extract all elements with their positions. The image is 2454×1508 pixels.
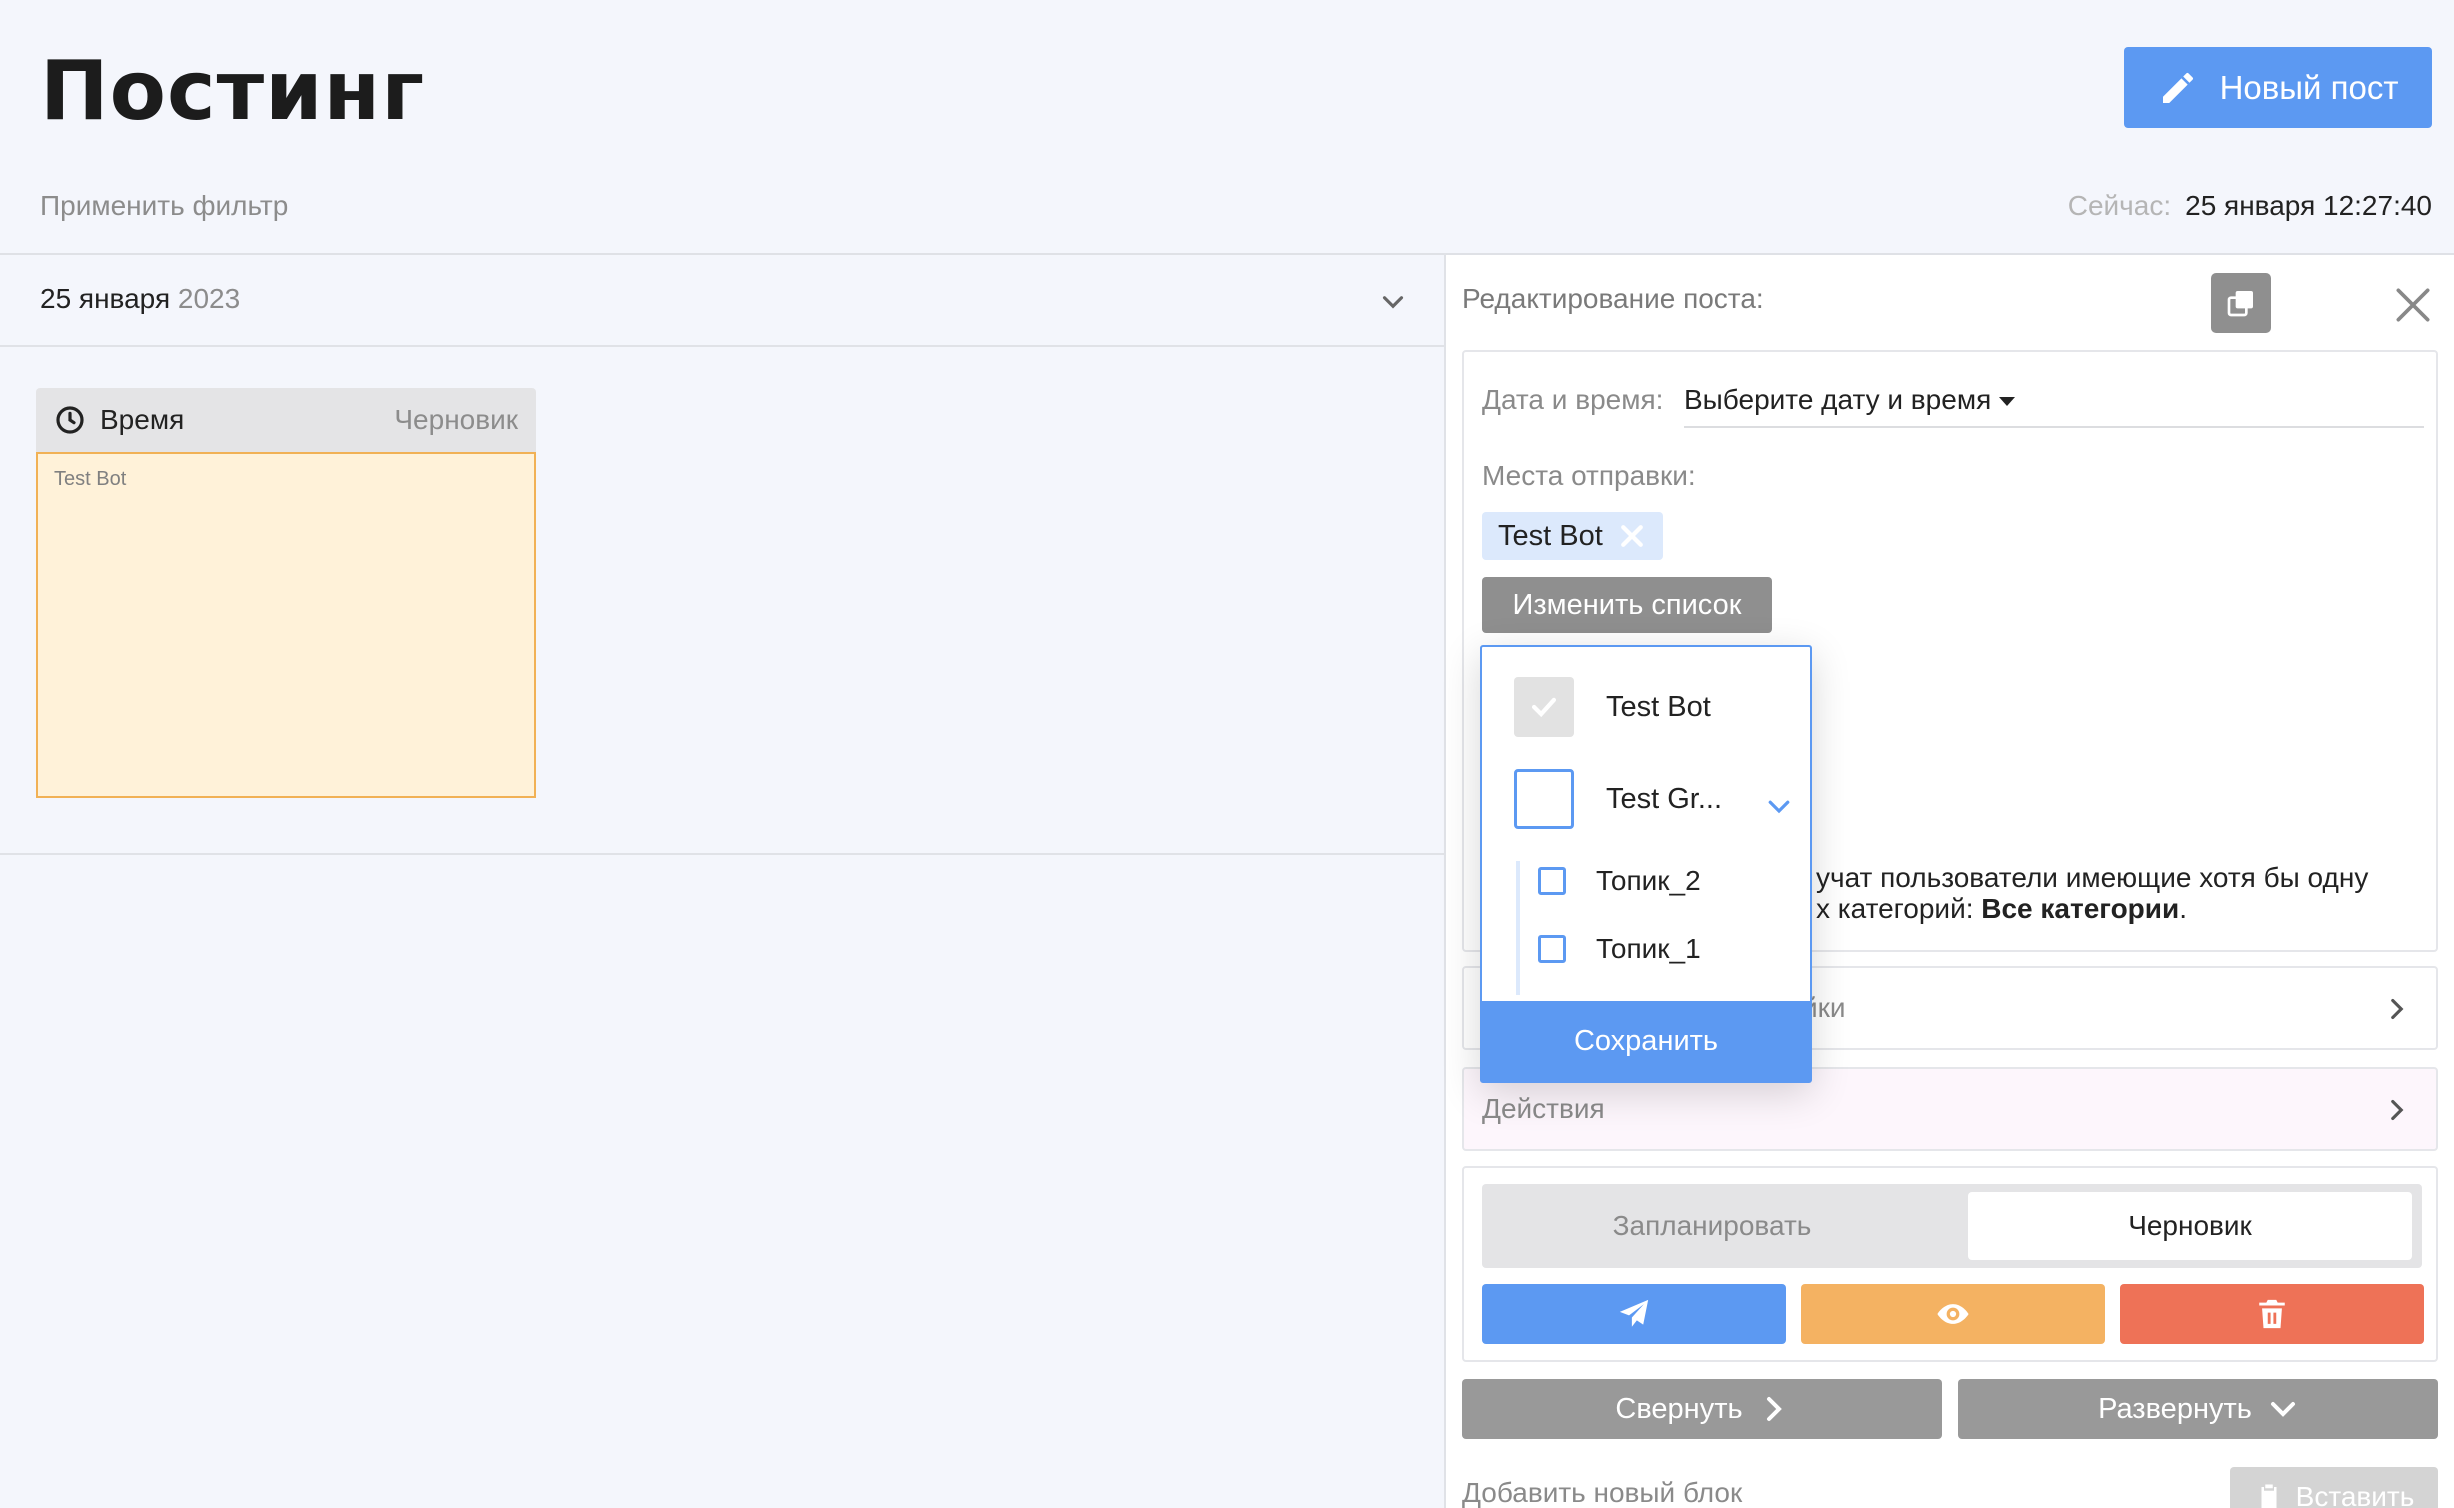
draft-tab[interactable]: Черновик [1968, 1192, 2412, 1260]
page-title: Постинг [40, 44, 426, 139]
check-icon [1531, 697, 1557, 718]
apply-filter-link[interactable]: Применить фильтр [40, 190, 288, 222]
dropdown-item-test-group[interactable]: Test Gr... [1514, 769, 1722, 829]
pencil-icon [2162, 72, 2193, 103]
checkbox[interactable] [1538, 935, 1566, 963]
new-post-button[interactable]: Новый пост [2124, 47, 2432, 128]
current-time: Сейчас: 25 января 12:27:40 [2068, 190, 2432, 222]
note-prefix: х категорий: [1816, 893, 1982, 924]
delete-button[interactable] [2120, 1284, 2424, 1344]
chevron-right-icon [2391, 1099, 2404, 1121]
chevron-down-icon[interactable] [1376, 285, 1410, 319]
destinations-dropdown: Test Bot Test Gr... Топик_2 Топик_1 Сохр… [1480, 645, 1812, 1083]
preview-button[interactable] [1801, 1284, 2105, 1344]
date-label: 25 января 2023 [40, 283, 240, 315]
dropdown-subitem-label: Топик_2 [1596, 865, 1701, 896]
note-line-2: х категорий: Все категории. [1816, 893, 2436, 924]
dropdown-item-label: Test Gr... [1606, 782, 1723, 815]
dropdown-subitem-topic-2[interactable]: Топик_2 [1538, 865, 1701, 897]
note-bold: Все категории [1981, 893, 2180, 924]
clipboard-icon [2261, 1484, 2277, 1508]
editor-title: Редактирование поста: [1462, 283, 1764, 314]
copy-icon [2227, 291, 2253, 317]
dropdown-subitem-topic-1[interactable]: Топик_1 [1538, 933, 1701, 965]
checkbox[interactable] [1514, 769, 1574, 829]
datetime-select[interactable]: Выберите дату и время [1684, 374, 2424, 428]
destination-chip: Test Bot [1482, 512, 1663, 560]
clock-icon [56, 406, 84, 434]
post-card[interactable]: Время Черновик Test Bot [36, 388, 536, 798]
date-group-header[interactable]: 25 января 2023 [0, 255, 1444, 347]
chevron-down-icon[interactable] [1764, 791, 1794, 821]
trash-icon [2259, 1299, 2285, 1329]
collapse-button[interactable]: Свернуть [1462, 1379, 1942, 1439]
datetime-label: Дата и время: [1482, 384, 1664, 415]
change-list-button[interactable]: Изменить список [1482, 577, 1772, 633]
send-button[interactable] [1482, 1284, 1786, 1344]
paste-button[interactable]: Вставить [2230, 1467, 2438, 1508]
close-icon[interactable] [2391, 283, 2435, 327]
new-post-label: Новый пост [2219, 68, 2399, 106]
dropdown-item-label: Test Bot [1606, 690, 1711, 723]
recipients-note: учат пользователи имеющие хотя бы одну х… [1816, 862, 2436, 924]
remove-icon[interactable] [1617, 521, 1647, 551]
checkbox[interactable] [1538, 867, 1566, 895]
add-block-label: Добавить новый блок [1462, 1477, 1743, 1508]
expand-label: Развернуть [2098, 1392, 2252, 1425]
dropdown-subitem-label: Топик_1 [1596, 933, 1701, 964]
subitems-guide [1516, 861, 1520, 995]
post-card-header: Время Черновик [36, 388, 536, 452]
chevron-right-icon [2391, 998, 2404, 1020]
post-card-status: Черновик [394, 404, 518, 435]
dropdown-item-test-bot[interactable]: Test Bot [1514, 677, 1711, 737]
date-day: 25 января [40, 283, 171, 314]
now-value: 25 января 12:27:40 [2185, 190, 2432, 221]
status-toggle: Запланировать Черновик [1482, 1184, 2422, 1268]
datetime-placeholder: Выберите дату и время [1684, 384, 1992, 415]
save-button[interactable]: Сохранить [1482, 1001, 1810, 1081]
collapse-label: Свернуть [1615, 1392, 1743, 1425]
note-line-1: учат пользователи имеющие хотя бы одну [1816, 862, 2369, 893]
post-card-time: Время [100, 404, 185, 435]
chevron-down-icon [2270, 1402, 2295, 1417]
actions-label: Действия [1482, 1093, 1605, 1124]
left-divider [0, 853, 1444, 855]
schedule-tab[interactable]: Запланировать [1482, 1192, 1942, 1260]
destinations-label: Места отправки: [1482, 460, 1696, 491]
publish-section: Запланировать Черновик [1462, 1166, 2438, 1362]
disabled-checkbox [1514, 677, 1574, 737]
copy-button[interactable] [2211, 273, 2271, 333]
expand-button[interactable]: Развернуть [1958, 1379, 2438, 1439]
eye-icon [1937, 1304, 1969, 1324]
post-card-body: Test Bot [36, 452, 536, 798]
caret-down-icon [1999, 397, 2016, 407]
chevron-right-icon [1766, 1397, 1782, 1421]
destination-chip-label: Test Bot [1498, 519, 1603, 552]
paper-plane-icon [1619, 1299, 1649, 1327]
now-label: Сейчас: [2067, 190, 2172, 221]
date-year: 2023 [177, 283, 241, 314]
paste-label: Вставить [2295, 1481, 2415, 1508]
note-suffix: . [2179, 893, 2187, 924]
